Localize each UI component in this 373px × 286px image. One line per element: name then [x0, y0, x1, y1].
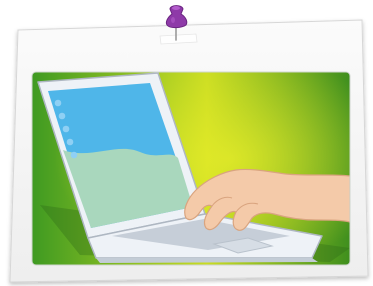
illustration-canvas — [9, 5, 369, 283]
tape-strip — [159, 33, 198, 45]
photo-area — [32, 72, 350, 265]
pinned-card-illustration — [0, 0, 373, 286]
